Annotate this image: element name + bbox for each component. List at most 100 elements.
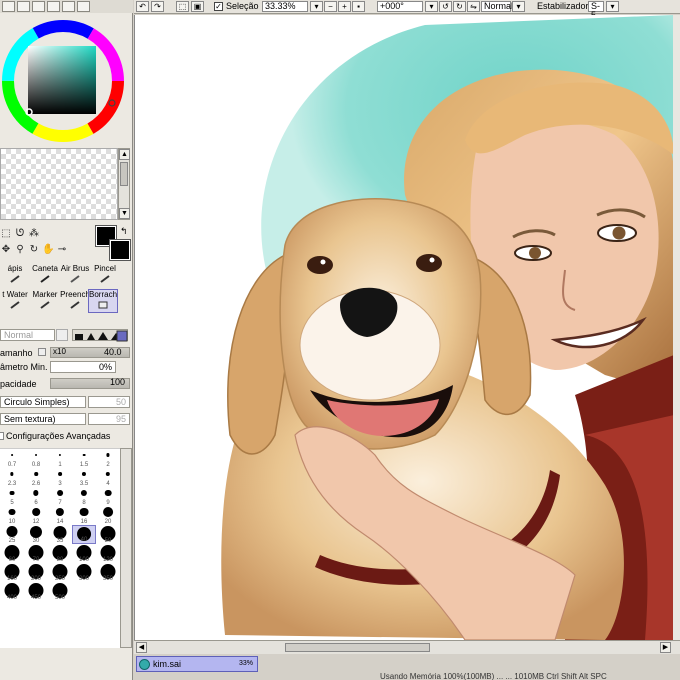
- view-button-4[interactable]: [47, 1, 60, 12]
- brush-size-preset[interactable]: 16: [72, 506, 96, 525]
- view-button-1[interactable]: [2, 1, 15, 12]
- brush-size-preset[interactable]: 80: [48, 544, 72, 563]
- swatch-scrollbar[interactable]: ▲ ▼: [118, 148, 130, 220]
- brush-size-preset[interactable]: 2.3: [0, 468, 24, 487]
- brush-size-preset[interactable]: 2: [96, 449, 120, 468]
- canvas-horizontal-scrollbar[interactable]: ◀ ▶: [134, 640, 680, 654]
- redo-icon[interactable]: ↷: [151, 1, 164, 12]
- brush-size-preset[interactable]: 30: [24, 525, 48, 544]
- zoom-out-icon[interactable]: −: [324, 1, 337, 12]
- brush-fill[interactable]: Preench: [60, 290, 90, 314]
- brush-size-preset[interactable]: 300: [72, 563, 96, 582]
- brush-airbrush[interactable]: Air Brus: [60, 264, 90, 288]
- brush-shape-presets[interactable]: [72, 329, 128, 342]
- brush-size-preset[interactable]: 35: [48, 525, 72, 544]
- brush-size-preset[interactable]: 0.7: [0, 449, 24, 468]
- brush-marker[interactable]: Marker: [30, 290, 60, 314]
- zoom-reset-icon[interactable]: ▪: [352, 1, 365, 12]
- selection-checkbox[interactable]: ✓: [214, 2, 223, 11]
- brush-size-preset[interactable]: 8: [72, 487, 96, 506]
- swap-colors-icon[interactable]: ↰: [120, 226, 128, 237]
- texture-strength[interactable]: 95: [88, 413, 130, 425]
- move-icon[interactable]: ✥: [0, 244, 12, 256]
- brush-size-preset[interactable]: 400: [0, 582, 24, 601]
- rotate-left-icon[interactable]: ↺: [439, 1, 452, 12]
- stabilizer-field[interactable]: S-5: [588, 1, 604, 20]
- brush-size-preset[interactable]: 4: [96, 468, 120, 487]
- blend-mode-field[interactable]: Normal: [481, 1, 513, 12]
- scroll-left-icon[interactable]: ◀: [136, 642, 147, 653]
- brush-size-preset[interactable]: 1: [48, 449, 72, 468]
- zoom-icon[interactable]: ⚲: [14, 244, 26, 256]
- eyedropper-icon[interactable]: ⊸: [56, 244, 68, 256]
- zoom-field[interactable]: 33.33%: [262, 1, 308, 12]
- rotate-right-icon[interactable]: ↻: [453, 1, 466, 12]
- canvas-vertical-scrollbar[interactable]: [673, 15, 680, 640]
- rotate-icon[interactable]: ↻: [28, 244, 40, 256]
- undo-icon[interactable]: ↶: [136, 1, 149, 12]
- brush-size-preset[interactable]: 250: [48, 563, 72, 582]
- color-wheel[interactable]: [0, 14, 130, 144]
- file-tab[interactable]: kim.sai 33%: [136, 656, 258, 672]
- brush-size-preset[interactable]: 50: [96, 525, 120, 544]
- brush-size-preset[interactable]: 40: [72, 525, 96, 544]
- flip-icon[interactable]: ⇋: [467, 1, 480, 12]
- brush-brush[interactable]: Pincel: [90, 264, 120, 288]
- brush-size-preset[interactable]: 100: [72, 544, 96, 563]
- scroll-down-icon[interactable]: ▼: [119, 208, 130, 219]
- brush-size-preset[interactable]: 7: [48, 487, 72, 506]
- background-color[interactable]: [109, 239, 131, 261]
- brush-size-preset[interactable]: 3.5: [72, 468, 96, 487]
- brush-size-preset[interactable]: 0.8: [24, 449, 48, 468]
- brush-size-preset[interactable]: 350: [96, 563, 120, 582]
- scroll-thumb[interactable]: [120, 162, 128, 186]
- scroll-up-icon[interactable]: ▲: [119, 149, 130, 160]
- brush-size-preset[interactable]: 60: [0, 544, 24, 563]
- brush-size-preset[interactable]: 500: [48, 582, 72, 601]
- shape-strength[interactable]: 50: [88, 396, 130, 408]
- blend-dropdown-icon[interactable]: ▾: [512, 1, 525, 12]
- brush-pen[interactable]: Caneta: [30, 264, 60, 288]
- brush-shape-select[interactable]: Circulo Simples): [0, 396, 86, 408]
- brush-pencil[interactable]: ápis: [0, 264, 30, 288]
- brush-water[interactable]: t Water: [0, 290, 30, 314]
- hand-icon[interactable]: ✋: [42, 244, 54, 256]
- mode-dropdown-button[interactable]: [56, 329, 68, 341]
- advanced-settings-checkbox[interactable]: [0, 432, 4, 440]
- scroll-right-icon[interactable]: ▶: [660, 642, 671, 653]
- size-multiplier[interactable]: x10: [53, 347, 66, 356]
- brush-size-preset[interactable]: 14: [48, 506, 72, 525]
- rect-select-icon[interactable]: ⬚: [0, 228, 12, 240]
- brush-size-preset[interactable]: 20: [96, 506, 120, 525]
- brush-size-preset[interactable]: 25: [0, 525, 24, 544]
- size-lock-checkbox[interactable]: [38, 348, 46, 356]
- magic-wand-icon[interactable]: ⁂: [28, 228, 40, 240]
- artwork[interactable]: [135, 15, 673, 640]
- brush-size-preset[interactable]: 1.5: [72, 449, 96, 468]
- brush-size-preset[interactable]: 5: [0, 487, 24, 506]
- brush-size-preset[interactable]: 200: [24, 563, 48, 582]
- view-button-2[interactable]: [17, 1, 30, 12]
- brush-size-preset[interactable]: 3: [48, 468, 72, 487]
- brush-size-preset[interactable]: 70: [24, 544, 48, 563]
- canvas[interactable]: [134, 15, 673, 640]
- color-swatches[interactable]: [0, 148, 118, 220]
- view-button-5[interactable]: [62, 1, 75, 12]
- horizontal-scroll-thumb[interactable]: [285, 643, 430, 652]
- brush-eraser[interactable]: Borrach: [88, 289, 118, 313]
- view-button-6[interactable]: [77, 1, 90, 12]
- brush-texture-select[interactable]: Sem textura): [0, 413, 86, 425]
- advanced-settings-label[interactable]: Configurações Avançadas: [6, 431, 110, 441]
- brush-size-preset[interactable]: 10: [0, 506, 24, 525]
- rotation-dropdown-icon[interactable]: ▾: [425, 1, 438, 12]
- lasso-icon[interactable]: ᘎ: [14, 228, 26, 240]
- brush-size-preset[interactable]: 6: [24, 487, 48, 506]
- deselect-icon[interactable]: ⬚: [176, 1, 189, 12]
- stabilizer-dropdown-icon[interactable]: ▾: [606, 1, 619, 12]
- blend-mode-select[interactable]: Normal: [0, 329, 55, 341]
- view-button-3[interactable]: [32, 1, 45, 12]
- brush-size-preset[interactable]: 9: [96, 487, 120, 506]
- brush-size-preset[interactable]: 160: [0, 563, 24, 582]
- brush-size-preset[interactable]: 2.6: [24, 468, 48, 487]
- zoom-dropdown-icon[interactable]: ▾: [310, 1, 323, 12]
